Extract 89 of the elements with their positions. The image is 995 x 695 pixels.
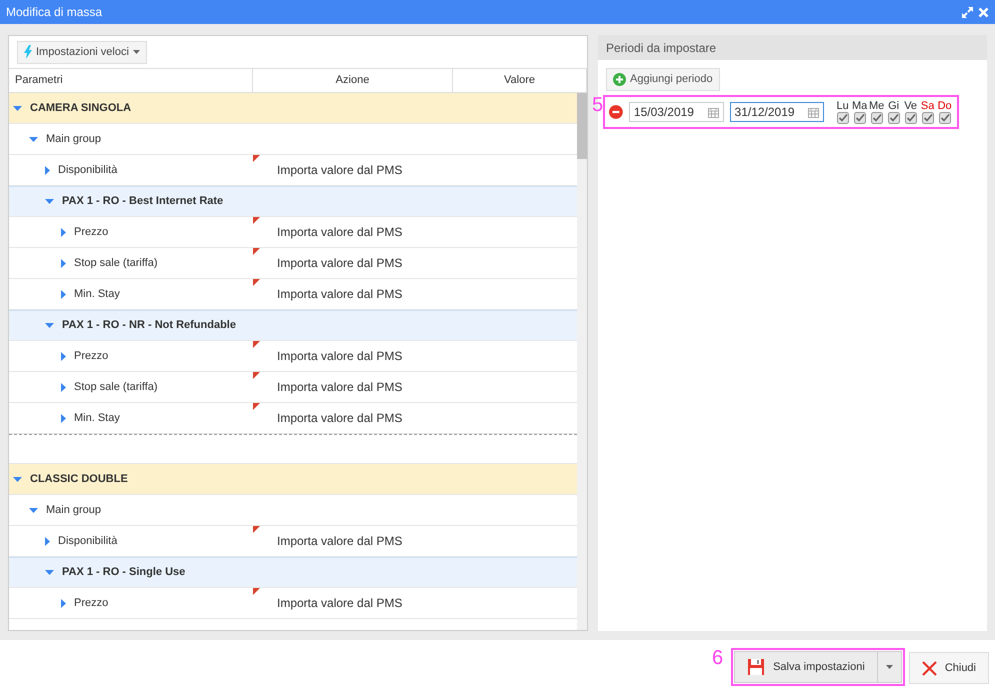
action-cell: Importa valore dal PMS <box>277 162 402 177</box>
action-cell: Importa valore dal PMS <box>277 380 402 394</box>
close-icon <box>922 660 937 676</box>
end-date-field[interactable]: 31/12/2019 <box>730 102 824 122</box>
row-label: Main group <box>46 132 102 147</box>
row-label: CAMERA SINGOLA <box>30 100 132 116</box>
remove-icon[interactable] <box>609 105 623 120</box>
collapsed-arrow-icon[interactable] <box>45 536 50 546</box>
add-period-button[interactable]: Aggiungi periodo <box>606 68 720 90</box>
changed-marker <box>253 248 260 255</box>
quick-settings-button[interactable]: Impostazioni veloci <box>17 41 147 64</box>
calendar-icon[interactable] <box>808 106 820 118</box>
parameter-label: Min. Stay <box>74 410 120 426</box>
day-label: Do <box>938 100 952 112</box>
parameter-label: Prezzo <box>74 596 108 611</box>
row-label: PAX 1 - RO - Best Internet Rate <box>62 194 224 210</box>
changed-marker <box>253 526 260 533</box>
day-label: Gi <box>888 100 900 112</box>
expanded-arrow-icon[interactable] <box>29 508 38 512</box>
action-cell: Importa valore dal PMS <box>277 534 402 548</box>
column-header[interactable]: Azione <box>253 69 453 92</box>
collapsed-arrow-icon[interactable] <box>45 166 50 174</box>
changed-marker <box>253 217 260 224</box>
parameter-label: Stop sale (tariffa) <box>74 380 158 395</box>
callout-number: 6 <box>712 648 724 668</box>
parameter-label: Disponibilità <box>58 534 118 549</box>
row-label: PAX 1 - RO - NR - Not Refundable <box>62 318 236 334</box>
scrollbar[interactable] <box>577 93 587 630</box>
parameter-label: Min. Stay <box>74 286 120 302</box>
row-label: Main group <box>46 502 102 518</box>
action-cell: Importa valore dal PMS <box>277 596 402 610</box>
checkbox[interactable] <box>938 112 951 124</box>
action-cell: Importa valore dal PMS <box>277 348 402 363</box>
row-label: PAX 1 - RO - Single Use <box>62 565 186 580</box>
save-button[interactable]: Salva impostazioni <box>734 651 878 683</box>
collapsed-arrow-icon[interactable] <box>61 414 66 422</box>
collapsed-arrow-icon[interactable] <box>61 258 66 268</box>
row-label: CLASSIC DOUBLE <box>30 472 128 487</box>
plus-circle-icon <box>613 72 626 86</box>
checkbox[interactable] <box>888 112 900 124</box>
lightning-icon <box>24 45 32 60</box>
expanded-arrow-icon[interactable] <box>13 106 22 110</box>
changed-marker <box>253 403 260 410</box>
checkbox[interactable] <box>904 112 917 124</box>
parameter-label: Stop sale (tariffa) <box>74 256 158 271</box>
close-button[interactable]: Chiudi <box>908 652 989 684</box>
window-title: Modifica di massa <box>6 4 102 21</box>
collapsed-arrow-icon[interactable] <box>61 598 66 608</box>
day-label: Me <box>868 100 884 112</box>
changed-marker <box>253 279 260 286</box>
close-icon[interactable] <box>978 6 989 18</box>
changed-marker <box>253 372 260 379</box>
parameter-label: Prezzo <box>74 348 108 364</box>
changed-marker <box>253 155 260 162</box>
expanded-arrow-icon[interactable] <box>45 199 54 204</box>
calendar-icon[interactable] <box>708 106 719 118</box>
parameter-label: Prezzo <box>74 224 108 240</box>
day-label: Ma <box>852 100 868 112</box>
start-date-field[interactable]: 15/03/2019 <box>628 102 724 122</box>
expanded-arrow-icon[interactable] <box>13 476 22 482</box>
checkbox[interactable] <box>854 112 866 124</box>
expanded-arrow-icon[interactable] <box>45 323 54 328</box>
action-cell: Importa valore dal PMS <box>277 410 402 425</box>
dropdown-toggle[interactable] <box>878 651 902 683</box>
maximize-icon[interactable] <box>961 6 974 18</box>
caret-icon <box>886 664 893 669</box>
changed-marker <box>253 588 260 595</box>
panel-title: Periodi da impostare <box>606 40 716 56</box>
caret-icon <box>132 50 140 54</box>
action-cell: Importa valore dal PMS <box>277 286 402 301</box>
checkbox[interactable] <box>836 112 849 124</box>
day-label: Ve <box>904 100 918 112</box>
column-header[interactable]: Parametri <box>9 69 253 92</box>
action-cell: Importa valore dal PMS <box>277 256 402 270</box>
collapsed-arrow-icon[interactable] <box>61 228 66 236</box>
day-label: Lu <box>836 100 849 112</box>
changed-marker <box>253 341 260 348</box>
collapsed-arrow-icon[interactable] <box>61 290 66 298</box>
expanded-arrow-icon[interactable] <box>29 136 38 142</box>
collapsed-arrow-icon[interactable] <box>61 352 66 360</box>
day-label: Sa <box>920 100 934 112</box>
action-cell: Importa valore dal PMS <box>277 224 402 239</box>
checkbox[interactable] <box>922 112 934 124</box>
collapsed-arrow-icon[interactable] <box>61 382 66 392</box>
callout-number: 5 <box>592 95 604 116</box>
checkbox[interactable] <box>870 112 883 124</box>
parameter-label: Disponibilità <box>58 162 118 178</box>
column-header[interactable]: Valore <box>453 69 587 92</box>
expanded-arrow-icon[interactable] <box>45 570 54 575</box>
